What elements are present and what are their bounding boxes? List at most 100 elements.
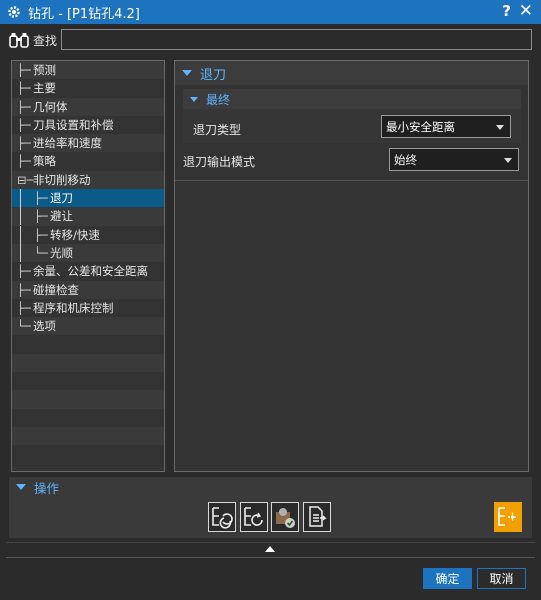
- tree-item[interactable]: ├─ 碰撞检查: [12, 280, 164, 299]
- gear-icon: [4, 2, 24, 22]
- generate-button[interactable]: [208, 502, 236, 532]
- window-title: 钻孔 - [P1钻孔4.2]: [28, 6, 140, 22]
- tree-item[interactable]: ├─ 几何体: [12, 97, 164, 116]
- cancel-button[interactable]: 取消: [477, 568, 526, 589]
- settings-panel: 退刀 最终 退刀类型 最小安全距离 退刀输出模式 始终: [174, 60, 529, 472]
- operations-panel: 操作: [9, 477, 532, 538]
- tree-empty-row: [12, 353, 164, 373]
- tree-item[interactable]: ├─ 主要: [12, 79, 164, 98]
- tree-empty-row: [12, 426, 164, 446]
- section-title: 退刀: [200, 67, 227, 83]
- tree-guide-line: [20, 207, 21, 226]
- collapse-up-icon[interactable]: [265, 546, 275, 552]
- tree-connector: ├─: [17, 300, 31, 315]
- tree-empty-row: [12, 445, 164, 464]
- search-row: 查找: [8, 29, 533, 51]
- tree-empty-row: [12, 335, 164, 354]
- ok-button[interactable]: 确定: [423, 568, 472, 589]
- tree-item[interactable]: ├─ 避让: [12, 207, 164, 226]
- help-button[interactable]: ?: [502, 2, 511, 20]
- chevron-down-icon: [504, 158, 512, 163]
- collapse-triangle-icon: [190, 96, 198, 102]
- list-icon: [309, 506, 327, 527]
- output-mode-select[interactable]: 始终: [389, 148, 519, 171]
- tree-empty-row: [12, 408, 164, 427]
- tree-item-label: 余量、公差和安全距离: [33, 264, 148, 279]
- tree-item-label: 主要: [33, 81, 56, 96]
- operations-header[interactable]: 操作: [9, 477, 59, 497]
- retract-type-value: 最小安全距离: [386, 119, 455, 134]
- section-header-retract[interactable]: 退刀: [175, 61, 528, 85]
- search-label: 查找: [33, 33, 58, 48]
- tree-item-label: 刀具设置和补偿: [33, 117, 114, 132]
- tree-connector: ├─: [17, 136, 31, 151]
- display-toggle-button[interactable]: [494, 502, 522, 532]
- tree-item-label: 碰撞检查: [33, 282, 79, 297]
- tree-connector: └─: [34, 245, 48, 260]
- output-mode-label: 退刀输出模式: [183, 155, 256, 169]
- tree-guide-line: [20, 225, 21, 244]
- tree-item-label: 选项: [33, 319, 56, 334]
- replay-button[interactable]: [240, 502, 268, 532]
- tree-connector: ├─: [17, 282, 31, 297]
- retract-type-select[interactable]: 最小安全距离: [381, 115, 511, 138]
- tree-item[interactable]: ⊟─ 非切削移动: [12, 170, 164, 190]
- tree-item[interactable]: ├─ 预测: [12, 61, 164, 80]
- tree-item-label: 光顺: [50, 245, 73, 260]
- display-icon: [498, 507, 517, 526]
- list-button[interactable]: [303, 502, 331, 532]
- tree-item[interactable]: ├─ 退刀: [12, 189, 164, 208]
- subsection-title: 最终: [206, 92, 231, 107]
- verify-icon: [276, 508, 295, 528]
- tree-connector: ├─: [17, 63, 31, 77]
- close-button[interactable]: ✕: [519, 1, 533, 21]
- tree-connector: ├─: [17, 117, 31, 132]
- tree-connector: ├─: [34, 227, 48, 242]
- divider: [175, 180, 528, 181]
- tree-item-label: 预测: [33, 63, 56, 77]
- chevron-down-icon: [496, 125, 504, 130]
- operations-title: 操作: [34, 480, 60, 496]
- retract-type-label: 退刀类型: [193, 123, 242, 137]
- tree-connector: ├─: [17, 81, 31, 96]
- tree-item-label: 非切削移动: [33, 172, 91, 187]
- separator: [6, 542, 535, 543]
- collapse-triangle-icon: [182, 70, 192, 76]
- tree-item[interactable]: ├─ 转移/快速: [12, 225, 164, 244]
- navigation-tree: ├─ 预测 ├─ 主要 ├─ 几何体 ├─ 刀具设置和补偿 ├─ 进给率和速度 ├─ 策略 ⊟─ 非切削移…: [11, 60, 165, 472]
- tree-connector: ├─: [34, 191, 48, 206]
- tree-item[interactable]: ├─ 进给率和速度: [12, 134, 164, 153]
- tree-connector: ├─: [17, 154, 31, 169]
- tree-item-label: 避让: [50, 209, 73, 224]
- tree-guide-line: [20, 189, 21, 208]
- tree-item[interactable]: ├─ 余量、公差和安全距离: [12, 262, 164, 281]
- tree-connector: ⊟─: [17, 172, 34, 187]
- verify-button[interactable]: [271, 502, 299, 532]
- tree-item-label: 程序和机床控制: [33, 300, 114, 315]
- separator: [6, 557, 535, 558]
- tree-item-label: 进给率和速度: [33, 136, 102, 151]
- binoculars-icon: [8, 30, 30, 50]
- tree-item[interactable]: └─ 光顺: [12, 243, 164, 263]
- tree-connector: └─: [17, 319, 31, 334]
- tree-item[interactable]: ├─ 策略: [12, 152, 164, 171]
- tree-item[interactable]: └─ 选项: [12, 317, 164, 336]
- replay-icon: [244, 507, 263, 526]
- tree-connector: ├─: [17, 99, 31, 114]
- output-mode-value: 始终: [394, 152, 417, 167]
- tree-empty-row: [12, 390, 164, 409]
- tree-item[interactable]: ├─ 程序和机床控制: [12, 298, 164, 318]
- tree-item-label: 几何体: [33, 99, 68, 114]
- tree-item-label: 转移/快速: [50, 227, 100, 242]
- tree-guide-line: [20, 243, 21, 262]
- tree-empty-row: [12, 372, 164, 391]
- tree-item[interactable]: ├─ 刀具设置和补偿: [12, 115, 164, 135]
- tree-connector: ├─: [34, 209, 48, 224]
- collapse-triangle-icon: [16, 484, 26, 490]
- subsection-header-final[interactable]: 最终: [183, 89, 521, 109]
- generate-icon: [212, 507, 233, 529]
- tree-connector: ├─: [17, 264, 31, 279]
- search-input[interactable]: [61, 29, 532, 50]
- tree-item-label: 策略: [33, 154, 56, 169]
- tree-item-label: 退刀: [50, 191, 73, 206]
